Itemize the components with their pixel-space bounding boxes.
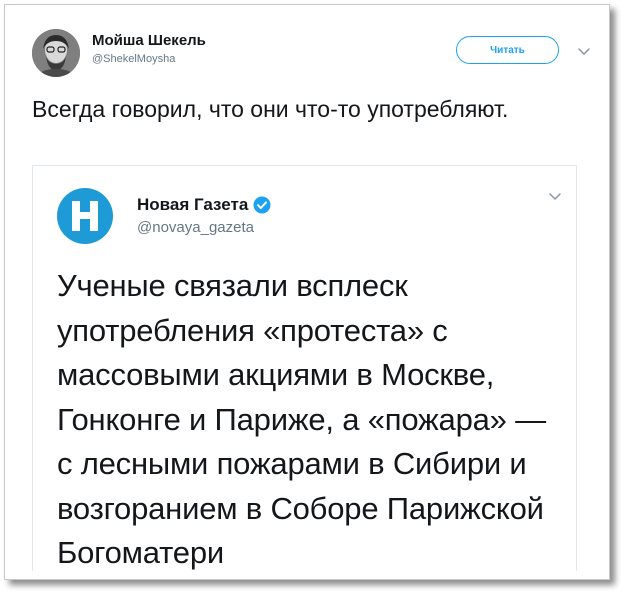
- tweet: Мойша Шекель @ShekelMoysha Читать Всегда…: [5, 5, 609, 579]
- author-handle[interactable]: @ShekelMoysha: [92, 53, 175, 65]
- screenshot-frame: Мойша Шекель @ShekelMoysha Читать Всегда…: [4, 4, 610, 580]
- follow-button[interactable]: Читать: [456, 36, 559, 64]
- verified-badge-icon: [253, 196, 271, 214]
- author-name[interactable]: Мойша Шекель: [92, 32, 206, 49]
- tweet-text: Всегда говорил, что они что-то употребля…: [32, 96, 509, 122]
- quoted-tweet[interactable]: Новая Газета @novaya_gazeta Ученые связа…: [32, 165, 577, 571]
- quoted-author-handle[interactable]: @novaya_gazeta: [137, 219, 254, 236]
- novaya-gazeta-logo[interactable]: [57, 188, 113, 244]
- quoted-tweet-text: Ученые связали всплеск употребления «про…: [57, 268, 546, 570]
- chevron-down-icon[interactable]: [577, 47, 591, 57]
- quoted-author-name[interactable]: Новая Газета: [137, 195, 248, 215]
- author-avatar[interactable]: [32, 29, 80, 77]
- quoted-chevron-down-icon[interactable]: [548, 192, 562, 202]
- quoted-author-name-row[interactable]: Новая Газета: [137, 195, 271, 215]
